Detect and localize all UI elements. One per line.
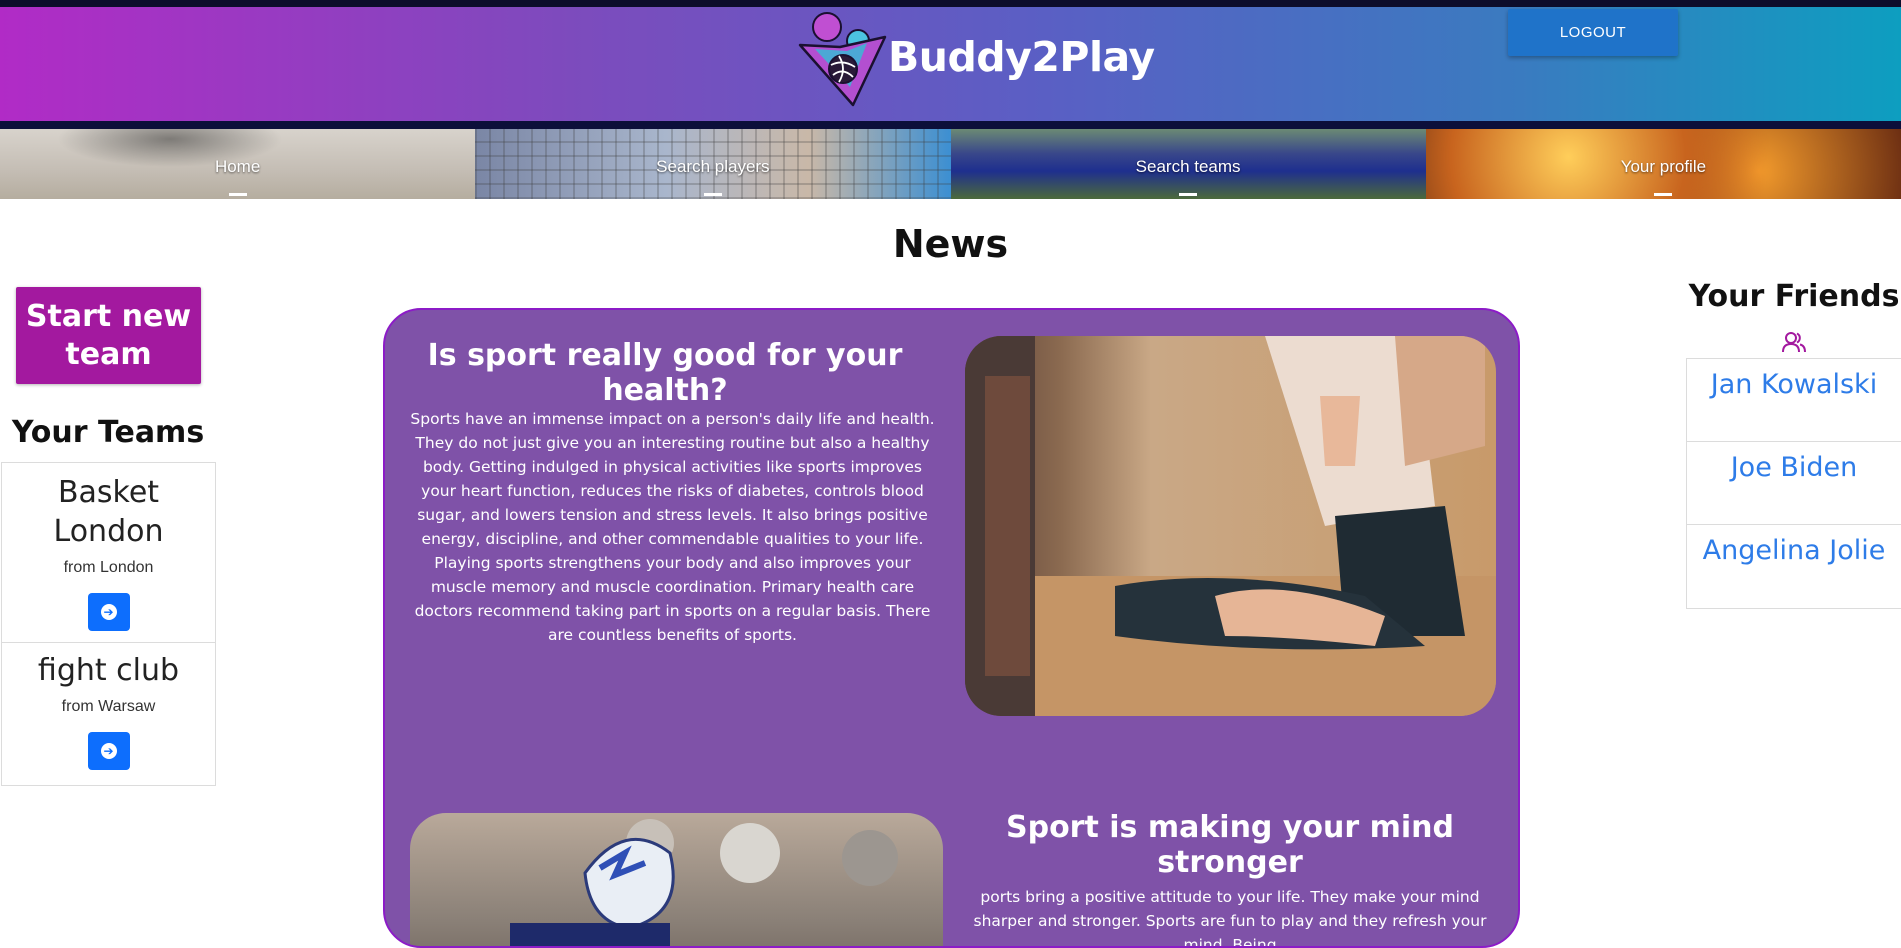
your-teams-heading: Your Teams: [11, 415, 205, 450]
nav-your-profile-label: Your profile: [1620, 157, 1707, 176]
nav-indicator: [703, 193, 722, 196]
nav-home-label: Home: [214, 157, 261, 176]
yoga-photo: [965, 336, 1496, 716]
top-edge: [0, 0, 1901, 7]
open-team-button[interactable]: ➔: [87, 593, 130, 631]
page-title: News: [892, 222, 1009, 266]
brand-name: Buddy2Play: [888, 33, 1155, 81]
friend-link[interactable]: Joe Biden: [1687, 442, 1901, 525]
nav-your-profile[interactable]: Your profile: [1425, 129, 1901, 199]
teams-list: Basket London from London ➔ fight club f…: [1, 462, 216, 786]
friends-list: Jan Kowalski Joe Biden Angelina Jolie: [1686, 358, 1901, 609]
arrow-right-icon: ➔: [103, 605, 114, 619]
friend-link[interactable]: Angelina Jolie: [1687, 525, 1901, 608]
nav-indicator: [228, 193, 247, 196]
article-title: Sport is making your mind stronger: [1005, 810, 1454, 880]
nav-indicator: [1179, 193, 1198, 196]
american-football-photo: [410, 813, 943, 946]
team-name: Basket London: [53, 475, 164, 549]
nav-search-players[interactable]: Search players: [475, 129, 951, 199]
nav-search-players-label: Search players: [656, 157, 770, 176]
football-illustration: [510, 819, 898, 946]
your-friends-heading: Your Friends: [1688, 279, 1900, 314]
article-body: Sports have an immense impact on a perso…: [410, 410, 935, 644]
main-nav: Home Search players Search teams Your pr…: [0, 129, 1901, 199]
header-divider: [0, 121, 1901, 129]
team-location: from Warsaw: [61, 698, 156, 715]
people-icon: [1782, 332, 1806, 353]
article-body: ports bring a positive attitude to your …: [973, 888, 1487, 948]
nav-home[interactable]: Home: [0, 129, 476, 199]
start-new-team-button[interactable]: Start new team: [16, 287, 201, 384]
nav-search-teams-label: Search teams: [1135, 157, 1241, 176]
news-feed: Is sport really good for your health? Sp…: [383, 308, 1520, 948]
team-location: from London: [63, 559, 154, 576]
logout-button[interactable]: LOGOUT: [1508, 9, 1678, 56]
open-team-button[interactable]: ➔: [87, 732, 130, 770]
article-title: Is sport really good for your health?: [427, 338, 903, 408]
team-name: fight club: [37, 653, 180, 688]
yoga-illustration: [965, 336, 1496, 716]
team-card: Basket London from London ➔: [2, 463, 215, 643]
nav-indicator: [1654, 193, 1673, 196]
logo-icon: [798, 12, 887, 107]
brand-logo[interactable]: Buddy2Play: [795, 7, 1155, 107]
arrow-right-icon: ➔: [103, 744, 114, 758]
nav-search-teams[interactable]: Search teams: [950, 129, 1426, 199]
friend-link[interactable]: Jan Kowalski: [1687, 359, 1901, 442]
team-card: fight club from Warsaw ➔: [2, 643, 215, 785]
